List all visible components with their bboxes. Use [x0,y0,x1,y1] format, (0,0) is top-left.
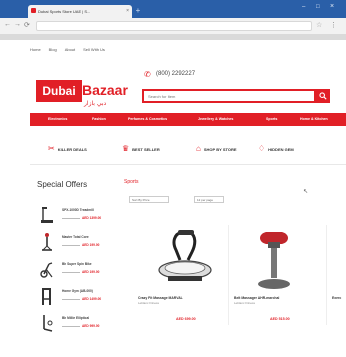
divider [30,164,346,165]
browser-tab[interactable]: Dubai Sports Store UAE | S... × [28,5,132,18]
browser-menu-icon[interactable]: ⋮ [330,21,337,29]
maximize-icon[interactable]: □ [316,4,320,10]
logo[interactable]: Dubai [36,80,82,102]
url-input[interactable] [36,21,312,31]
search-icon [319,92,327,100]
divider [326,225,327,325]
promo-best-seller[interactable]: ♛ BEST SELLER [122,145,160,153]
offer-item[interactable]: SPX-1000D Treadmill AED 1399.00 [40,202,130,230]
elliptical-image [43,315,53,332]
promo-killer-deals[interactable]: ✂ KILLER DEALS [48,145,87,153]
mouse-cursor-icon: ↖ [303,189,309,195]
per-page-select[interactable]: 12 per page [194,196,224,203]
offer-item[interactable]: Master Total Core AED 199.00 [40,229,130,257]
product-name[interactable]: Exerc [332,296,341,300]
window-close-icon[interactable]: × [330,3,334,10]
nav-home-kitchen[interactable]: Home & Kitchen [300,117,328,121]
search-button[interactable] [316,89,330,103]
special-offers-title: Special Offers [37,180,88,189]
phone-number: (800) 2292227 [156,71,196,77]
top-link-home[interactable]: Home [30,47,41,52]
gem-icon: ♢ [258,144,266,153]
forward-icon[interactable]: → [14,21,21,28]
store-icon: ⌂ [196,144,201,153]
product-name[interactable]: Belt Massager AHR-marchal [234,296,279,300]
promo-shop-by-store[interactable]: ⌂ SHOP BY STORE [196,145,237,153]
divider [228,225,229,325]
sort-select[interactable]: Sort By Price [129,196,169,203]
product-name[interactable]: Crazy Fit Massage MARVAL [138,296,183,300]
back-icon[interactable]: ← [4,21,11,28]
product-brand: Leblanc Fitness [234,301,256,305]
spin-bike-image [40,262,53,278]
top-link-blog[interactable]: Blog [49,47,57,52]
product-price: AED 515.00 [270,317,290,321]
category-title: Sports [124,179,139,185]
address-bar: ← → ⟳ ☆ ⋮ [0,18,346,34]
phone-icon: ✆ [144,70,151,79]
top-links: Home Blog About Sell With Us [30,47,105,52]
main-nav: Electronics Fashion Perfumes & Cosmetics… [30,113,346,126]
favicon-icon [31,8,36,13]
tab-close-icon[interactable]: × [126,8,129,14]
core-trainer-image [42,233,52,251]
reload-icon[interactable]: ⟳ [24,21,30,29]
top-link-sell[interactable]: Sell With Us [83,47,105,52]
offer-item[interactable]: Home Gym (AB-000) AED 1499.00 [40,283,130,311]
nav-jewellery[interactable]: Jewellery & Watches [198,117,233,121]
logo-arabic: دبي بازار [84,100,107,107]
nav-fashion[interactable]: Fashion [92,117,106,121]
search-input[interactable] [142,89,316,103]
nav-electronics[interactable]: Electronics [48,117,67,121]
offer-item[interactable]: Bh Super Spin Bike AED 199.00 [40,256,130,284]
product-image[interactable] [244,228,304,292]
nav-sports[interactable]: Sports [266,117,277,121]
bestseller-icon: ♛ [122,144,130,153]
top-link-about[interactable]: About [65,47,75,52]
home-gym-image [42,288,51,305]
product-price: AED 699.00 [176,317,196,321]
bookmark-star-icon[interactable]: ☆ [316,21,322,29]
minimize-icon[interactable]: – [302,4,305,10]
logo-wordmark[interactable]: Bazaar [82,82,128,98]
bookmarks-bar [0,34,346,40]
product-brand: Leblanc Fitness [138,301,160,305]
offer-item[interactable]: Bh Millie Elliptical AED 999.00 [40,310,130,338]
product-image[interactable] [150,228,220,288]
promo-hidden-gem[interactable]: ♢ HIDDEN GEM [258,145,294,153]
tag-icon: ✂ [48,144,55,153]
treadmill-image [41,207,53,223]
new-tab-icon[interactable]: + [134,7,142,15]
nav-perfumes[interactable]: Perfumes & Cosmetics [128,117,167,121]
tab-title: Dubai Sports Store UAE | S... [38,9,91,14]
